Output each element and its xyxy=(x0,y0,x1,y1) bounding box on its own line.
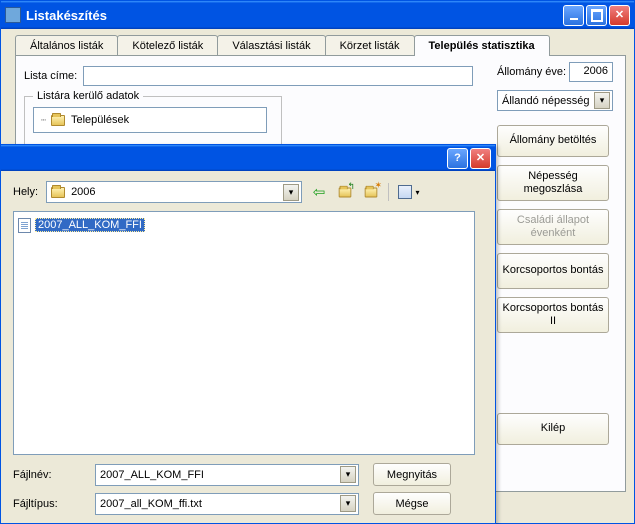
back-icon[interactable]: ⇦ xyxy=(310,183,328,201)
list-title-label: Lista címe: xyxy=(24,70,77,82)
new-folder-icon[interactable] xyxy=(362,183,380,201)
right-panel: Állomány éve: 2006 Állandó népesség Állo… xyxy=(497,62,613,453)
data-fieldset: Listára kerülő adatok ··· Települések xyxy=(24,96,282,146)
population-combo[interactable]: Állandó népesség xyxy=(497,90,613,111)
tab-strip: Általános listák Kötelező listák Választ… xyxy=(15,35,626,56)
chevron-down-icon[interactable] xyxy=(594,92,610,109)
dialog-body: Hely: 2006 ⇦ 2007_ALL_KOM_FFI xyxy=(1,171,495,523)
views-menu-icon[interactable] xyxy=(388,183,414,201)
help-button[interactable]: ? xyxy=(447,148,468,169)
tab-mandatory-lists[interactable]: Kötelező listák xyxy=(117,35,218,55)
filename-label: Fájlnév: xyxy=(13,469,81,481)
family-status-button: Családi állapot évenként xyxy=(497,209,609,245)
tab-election-lists[interactable]: Választási listák xyxy=(217,35,325,55)
tree-item-settlements[interactable]: Települések xyxy=(71,114,129,126)
chevron-down-icon[interactable] xyxy=(340,495,356,512)
tree-box[interactable]: ··· Települések xyxy=(33,107,267,133)
cancel-button[interactable]: Mégse xyxy=(373,492,451,515)
file-open-dialog: ? Hely: 2006 ⇦ 2007_ALL_KOM_FFI xyxy=(0,144,496,524)
tab-settlement-stats[interactable]: Település statisztika xyxy=(414,35,550,56)
filename-value: 2007_ALL_KOM_FFI xyxy=(100,469,204,481)
chevron-down-icon[interactable] xyxy=(283,184,299,201)
open-button[interactable]: Megnyitás xyxy=(373,463,451,486)
age-group-button[interactable]: Korcsoportos bontás xyxy=(497,253,609,289)
dialog-close-button[interactable] xyxy=(470,148,491,169)
tab-district-lists[interactable]: Körzet listák xyxy=(325,35,415,55)
age-group2-button[interactable]: Korcsoportos bontás II xyxy=(497,297,609,333)
chevron-down-icon[interactable] xyxy=(340,466,356,483)
fieldset-legend: Listára kerülő adatok xyxy=(33,90,143,102)
dialog-toolbar: ⇦ xyxy=(310,183,414,201)
minimize-button[interactable] xyxy=(563,5,584,26)
file-list[interactable]: 2007_ALL_KOM_FFI xyxy=(13,211,475,455)
list-title-input[interactable] xyxy=(83,66,473,86)
population-dist-button[interactable]: Népesség megoszlása xyxy=(497,165,609,201)
lookin-label: Hely: xyxy=(13,186,38,198)
year-input[interactable]: 2006 xyxy=(569,62,613,82)
tab-general-lists[interactable]: Általános listák xyxy=(15,35,118,55)
window-title: Listakészítés xyxy=(26,8,563,23)
filetype-value: 2007_all_KOM_ffi.txt xyxy=(100,498,202,510)
document-icon xyxy=(18,218,31,233)
filetype-label: Fájltípus: xyxy=(13,498,81,510)
lookin-combo[interactable]: 2006 xyxy=(46,181,302,203)
load-file-button[interactable]: Állomány betöltés xyxy=(497,125,609,157)
up-one-level-icon[interactable] xyxy=(336,183,354,201)
lookin-value: 2006 xyxy=(71,186,95,198)
filename-input[interactable]: 2007_ALL_KOM_FFI xyxy=(95,464,359,486)
folder-icon xyxy=(51,115,65,126)
year-label: Állomány éve: xyxy=(497,66,566,78)
file-item[interactable]: 2007_ALL_KOM_FFI xyxy=(18,216,470,234)
exit-button[interactable]: Kilép xyxy=(497,413,609,445)
filetype-combo[interactable]: 2007_all_KOM_ffi.txt xyxy=(95,493,359,515)
population-combo-value: Állandó népesség xyxy=(502,95,589,107)
app-icon xyxy=(5,7,21,23)
dialog-titlebar: ? xyxy=(1,145,495,171)
close-button[interactable] xyxy=(609,5,630,26)
maximize-button[interactable] xyxy=(586,5,607,26)
titlebar: Listakészítés xyxy=(1,1,634,29)
file-item-label: 2007_ALL_KOM_FFI xyxy=(35,218,145,232)
folder-icon xyxy=(51,187,65,198)
